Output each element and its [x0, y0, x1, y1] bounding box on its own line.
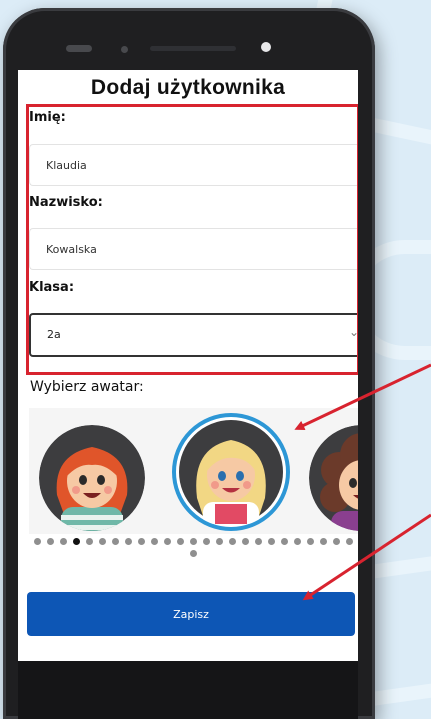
earpiece-grille — [150, 46, 236, 51]
class-label: Klasa: — [29, 280, 75, 295]
carousel-dot[interactable] — [319, 538, 327, 545]
page-title: Dodaj użytkownika — [90, 76, 286, 99]
carousel-dot[interactable] — [189, 550, 197, 557]
avatar-curly-hair-girl[interactable] — [309, 425, 358, 531]
first-name-label: Imię: — [29, 110, 66, 125]
carousel-pagination[interactable] — [30, 538, 356, 557]
carousel-dot[interactable] — [241, 538, 249, 545]
carousel-dot[interactable] — [59, 538, 67, 545]
first-name-input[interactable] — [29, 144, 358, 186]
blonde-girl-avatar-icon — [179, 420, 283, 524]
carousel-dot[interactable] — [176, 538, 184, 545]
phone-bottom-bezel — [18, 661, 358, 719]
carousel-dot[interactable] — [124, 538, 132, 545]
carousel-dot[interactable] — [137, 538, 145, 545]
carousel-dot[interactable] — [306, 538, 314, 545]
carousel-dot[interactable] — [215, 538, 223, 545]
carousel-dot[interactable] — [202, 538, 210, 545]
carousel-dot[interactable] — [228, 538, 236, 545]
avatar-red-hair-girl[interactable] — [39, 425, 145, 531]
carousel-dot[interactable] — [150, 538, 158, 545]
carousel-dot[interactable] — [98, 538, 106, 545]
sensor — [121, 46, 128, 53]
class-select[interactable]: 2a ⌄ — [29, 313, 358, 357]
carousel-dot[interactable] — [85, 538, 93, 545]
red-hair-girl-avatar-icon — [39, 425, 145, 531]
last-name-label: Nazwisko: — [29, 195, 103, 210]
carousel-dot[interactable] — [267, 538, 275, 545]
carousel-dot[interactable] — [254, 538, 262, 545]
phone-frame: Dodaj użytkownika Imię: Nazwisko: Klasa:… — [3, 8, 375, 719]
curly-hair-girl-avatar-icon — [309, 425, 358, 531]
last-name-input[interactable] — [29, 228, 358, 270]
carousel-dot[interactable] — [345, 538, 353, 545]
save-button[interactable]: Zapisz — [27, 592, 355, 636]
carousel-dot[interactable] — [33, 538, 41, 545]
carousel-dot[interactable] — [293, 538, 301, 545]
carousel-dot[interactable] — [163, 538, 171, 545]
avatar-label: Wybierz awatar: — [30, 379, 144, 395]
avatar-carousel[interactable] — [29, 408, 358, 534]
carousel-dot[interactable] — [72, 538, 80, 545]
phone-screen: Dodaj użytkownika Imię: Nazwisko: Klasa:… — [18, 70, 358, 661]
carousel-dot[interactable] — [189, 538, 197, 545]
avatar-blonde-girl[interactable] — [172, 413, 290, 531]
speaker — [66, 45, 92, 52]
front-camera-icon — [261, 42, 271, 52]
carousel-dot[interactable] — [332, 538, 340, 545]
carousel-dot[interactable] — [111, 538, 119, 545]
carousel-dot[interactable] — [46, 538, 54, 545]
chevron-down-icon: ⌄ — [348, 325, 358, 339]
carousel-dot[interactable] — [280, 538, 288, 545]
class-select-value: 2a — [47, 328, 61, 341]
